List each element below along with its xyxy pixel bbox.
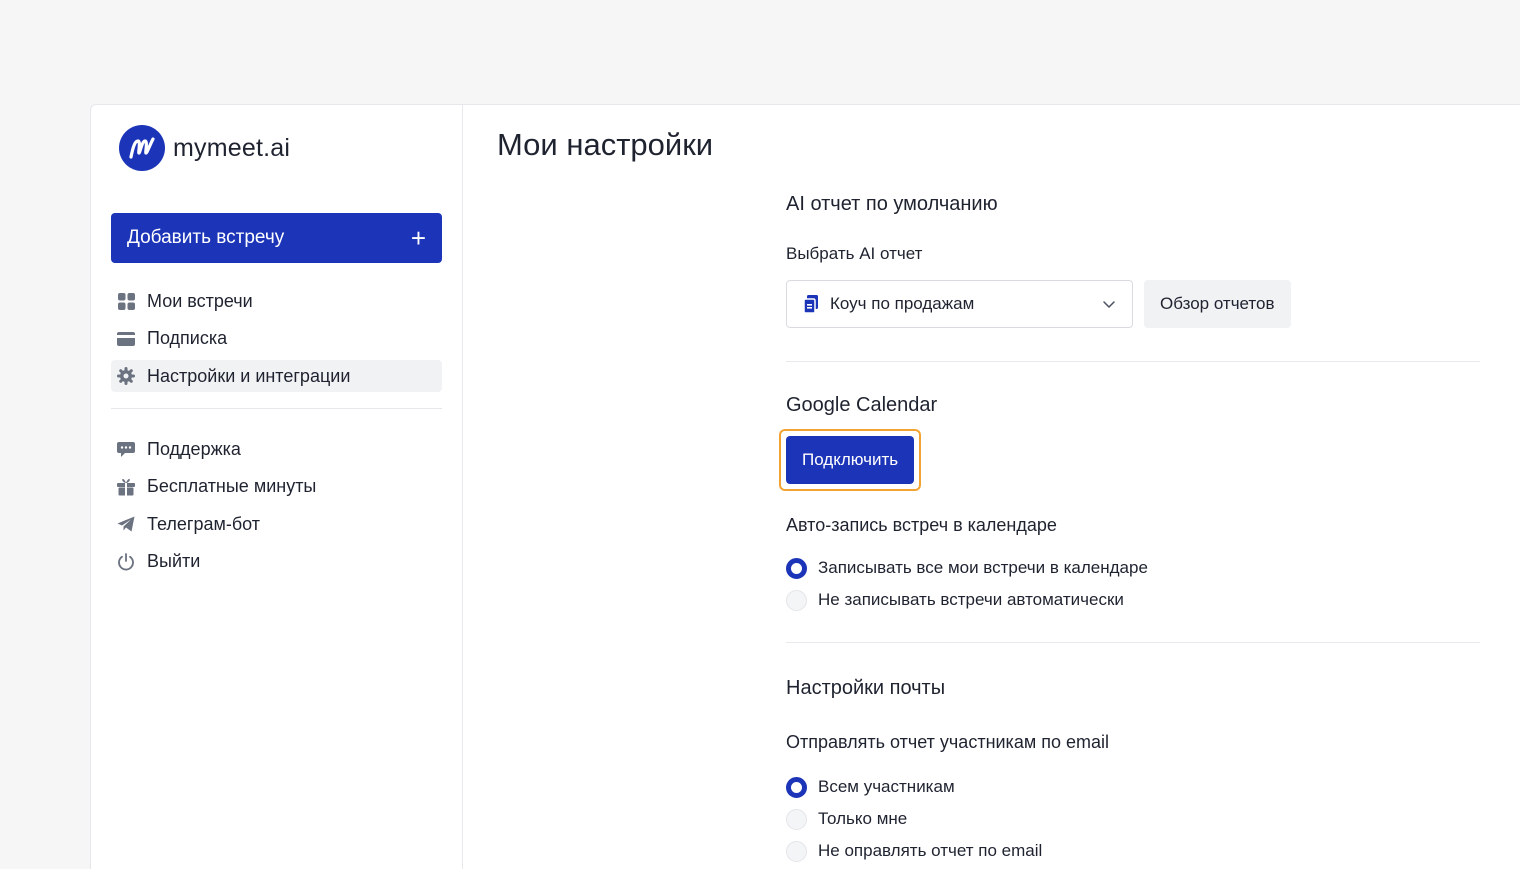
email-report-options: Всем участникам Только мне Не оправлять …	[786, 771, 1480, 867]
reports-overview-button[interactable]: Обзор отчетов	[1144, 280, 1291, 328]
section-divider	[786, 361, 1480, 362]
google-connect-button[interactable]: Подключить	[786, 436, 915, 484]
ai-report-title: AI отчет по умолчанию	[786, 193, 998, 215]
radio-only-me[interactable]: Только мне	[786, 803, 1480, 835]
radio-unchecked-icon	[786, 840, 807, 862]
auto-record-options: Записывать все мои встречи в календаре Н…	[786, 552, 1480, 616]
sidebar-item-label: Телеграм-бот	[147, 513, 261, 534]
sidebar-item-telegram[interactable]: Телеграм-бот	[111, 508, 442, 540]
sidebar-item-label: Поддержка	[147, 438, 241, 459]
ai-report-selected: Коуч по продажам	[830, 294, 975, 313]
sidebar-divider	[111, 408, 442, 409]
mail-settings-title: Настройки почты	[786, 677, 946, 699]
sidebar-item-label: Подписка	[147, 328, 228, 348]
brand-logo-icon	[119, 125, 165, 171]
add-meeting-label: Добавить встречу	[127, 227, 285, 248]
sidebar-item-settings[interactable]: Настройки и интеграции	[111, 360, 442, 392]
brand[interactable]: mymeet.ai	[119, 125, 442, 171]
add-meeting-button[interactable]: Добавить встречу +	[111, 213, 442, 263]
card-icon	[117, 330, 135, 348]
radio-record-none[interactable]: Не записывать встречи автоматически	[786, 584, 1480, 616]
settings-content: AI отчет по умолчанию Выбрать AI отчет К…	[779, 193, 1480, 867]
chat-icon	[117, 440, 135, 458]
sidebar-item-label: Бесплатные минуты	[147, 476, 317, 496]
radio-checked-icon	[786, 557, 807, 579]
brand-name: mymeet.ai	[173, 133, 291, 162]
sidebar-item-meetings[interactable]: Мои встречи	[111, 285, 442, 317]
radio-unchecked-icon	[786, 589, 807, 611]
ai-report-select[interactable]: Коуч по продажам	[786, 280, 1133, 328]
sidebar-item-label: Выйти	[147, 551, 201, 571]
sidebar-item-support[interactable]: Поддержка	[111, 433, 442, 465]
sidebar-item-label: Настройки и интеграции	[147, 365, 351, 386]
page-title: Мои настройки	[497, 127, 714, 162]
gear-icon	[117, 367, 135, 385]
radio-label: Всем участникам	[818, 777, 955, 796]
section-divider	[786, 642, 1480, 643]
telegram-icon	[117, 515, 135, 533]
report-doc-icon	[803, 294, 820, 314]
grid-icon	[117, 292, 135, 310]
radio-label: Записывать все мои встречи в календаре	[818, 558, 1148, 577]
radio-label: Не записывать встречи автоматически	[818, 590, 1124, 609]
power-icon	[117, 552, 135, 571]
sidebar-secondary-nav: Поддержка Бесплатные минуты Телеграм-бот…	[111, 433, 442, 578]
radio-label: Только мне	[818, 809, 908, 828]
radio-all-participants[interactable]: Всем участникам	[786, 771, 1480, 803]
sidebar-item-subscription[interactable]: Подписка	[111, 323, 442, 355]
sidebar: mymeet.ai Добавить встречу + Мои встречи…	[91, 105, 463, 869]
app-window: mymeet.ai Добавить встречу + Мои встречи…	[90, 104, 1520, 869]
ai-report-select-label: Выбрать AI отчет	[786, 244, 923, 263]
radio-no-email[interactable]: Не оправлять отчет по email	[786, 835, 1480, 867]
ai-report-row: Коуч по продажам Обзор отчетов	[786, 280, 1480, 328]
radio-unchecked-icon	[786, 808, 807, 830]
sidebar-item-free-minutes[interactable]: Бесплатные минуты	[111, 471, 442, 503]
google-calendar-title: Google Calendar	[786, 394, 938, 416]
auto-record-title: Авто-запись встреч в календаре	[786, 515, 1057, 535]
sidebar-item-logout[interactable]: Выйти	[111, 546, 442, 578]
radio-label: Не оправлять отчет по email	[818, 841, 1043, 860]
main-content: Мои настройки AI отчет по умолчанию Выбр…	[463, 105, 1520, 869]
plus-icon: +	[410, 223, 426, 253]
connect-focus-ring: Подключить	[779, 429, 922, 491]
sidebar-item-label: Мои встречи	[147, 290, 253, 311]
email-report-label: Отправлять отчет участникам по email	[786, 732, 1109, 752]
chevron-down-icon	[1102, 300, 1116, 309]
radio-record-all[interactable]: Записывать все мои встречи в календаре	[786, 552, 1480, 584]
sidebar-nav: Мои встречи Подписка Настройки и интегра…	[111, 285, 442, 392]
radio-checked-icon	[786, 776, 807, 798]
gift-icon	[117, 478, 135, 496]
